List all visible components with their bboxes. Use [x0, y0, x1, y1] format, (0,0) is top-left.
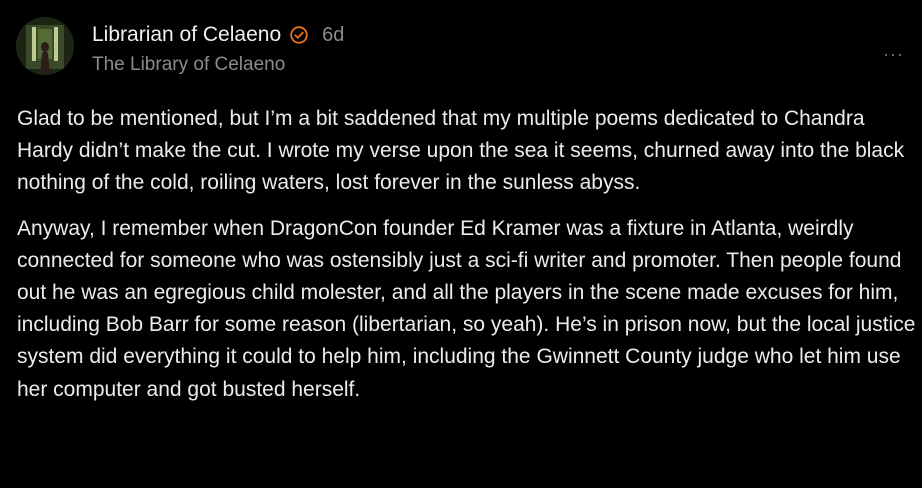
verified-check-icon	[290, 26, 308, 44]
comment-body: Glad to be mentioned, but I’m a bit sadd…	[17, 103, 917, 419]
comment-paragraph-1: Glad to be mentioned, but I’m a bit sadd…	[17, 107, 905, 195]
comment-age[interactable]: 6d	[322, 24, 344, 47]
author-row: Librarian of Celaeno 6d	[92, 21, 344, 49]
comment-header: Librarian of Celaeno 6d The Library of C…	[92, 21, 344, 76]
publication-name[interactable]: The Library of Celaeno	[92, 54, 344, 76]
avatar-image	[16, 17, 74, 75]
author-name[interactable]: Librarian of Celaeno	[92, 23, 281, 47]
avatar[interactable]	[16, 17, 74, 75]
more-options-icon[interactable]: ···	[883, 44, 904, 65]
comment-paragraph-2: Anyway, I remember when DragonCon founde…	[17, 216, 916, 401]
